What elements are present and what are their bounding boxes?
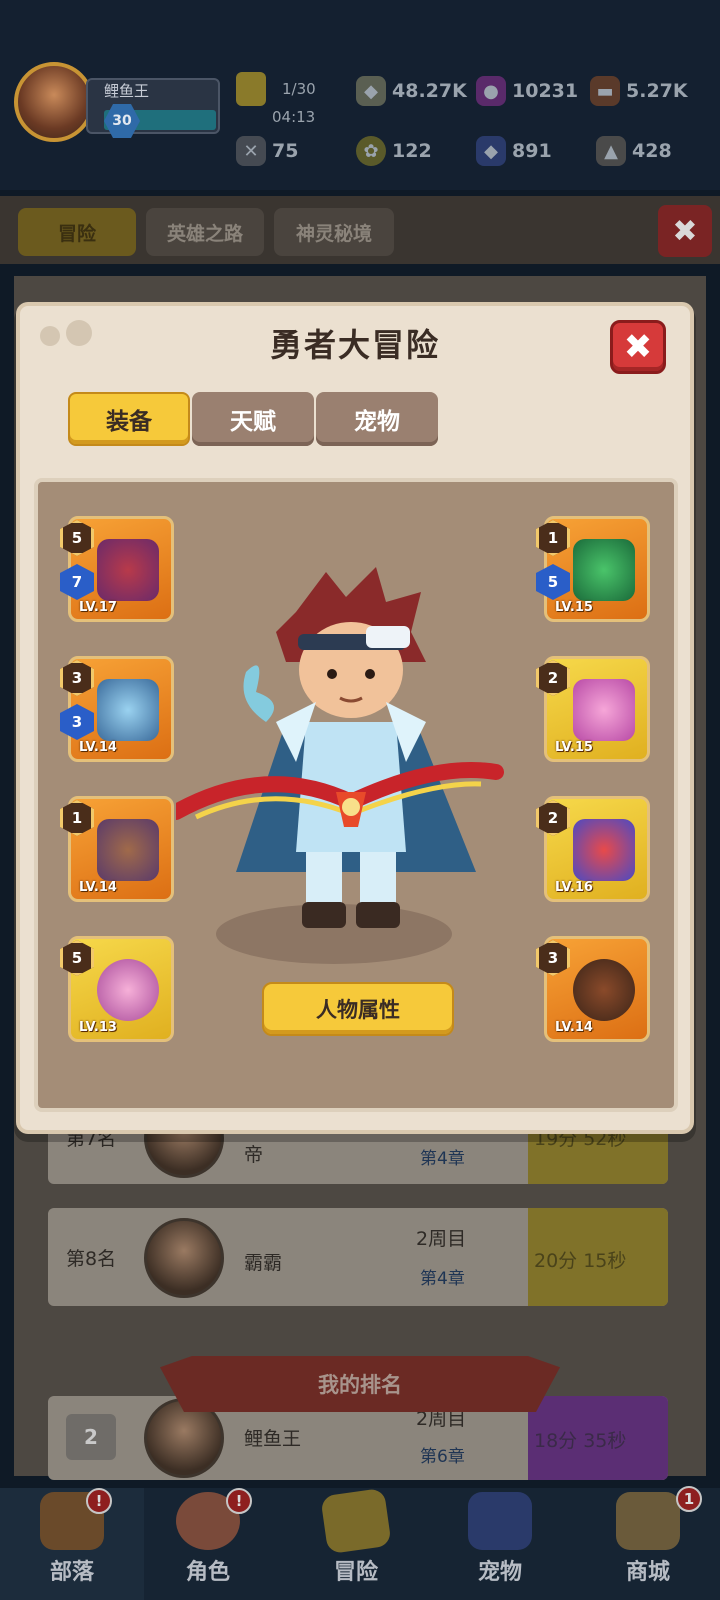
- map-icon: [320, 1487, 392, 1555]
- rank-time: 20分 15秒: [534, 1250, 627, 1272]
- bone-icon: ✕: [236, 136, 266, 166]
- resource-coin[interactable]: ◆ 48.27K: [356, 76, 467, 106]
- resource-wood[interactable]: ▬ 5.27K: [590, 76, 688, 106]
- tab-adventure[interactable]: 冒险: [18, 208, 136, 256]
- rank-player-name: 霸霸: [244, 1252, 283, 1274]
- tab-equipment[interactable]: 装备: [68, 392, 190, 446]
- crystal-icon: ◆: [476, 136, 506, 166]
- close-button-bg[interactable]: ✖: [658, 205, 712, 257]
- notification-badge: 1: [676, 1486, 702, 1512]
- armor-icon: [97, 679, 159, 741]
- shop-icon: [616, 1492, 680, 1550]
- resource-gem[interactable]: ● 10231: [476, 76, 578, 106]
- gloves-icon: [573, 679, 635, 741]
- my-rank-chapter: 第6章: [420, 1447, 465, 1467]
- trophy-icon: 2: [66, 1414, 116, 1460]
- resource-bone[interactable]: ✕ 75: [236, 136, 298, 166]
- resource-crystal[interactable]: ◆ 891: [476, 136, 552, 166]
- boots-icon: [573, 819, 635, 881]
- rank-chapter: 第4章: [420, 1269, 465, 1289]
- ranking-row[interactable]: 第8名 霸霸 2周目 第4章 20分 15秒: [48, 1208, 668, 1306]
- tab-hero-road[interactable]: 英雄之路: [146, 208, 264, 256]
- ring-icon: [97, 959, 159, 1021]
- bottom-nav-pet[interactable]: 宠物: [428, 1488, 572, 1600]
- bow-icon: [97, 539, 159, 601]
- player-avatar[interactable]: [14, 62, 94, 142]
- pants-icon: [97, 819, 159, 881]
- my-rank-ribbon: 我的排名: [160, 1356, 560, 1412]
- energy-timer: 04:13: [272, 108, 316, 126]
- amulet-icon: [573, 959, 635, 1021]
- hero-character[interactable]: [168, 552, 506, 942]
- helmet-icon: [573, 539, 635, 601]
- modal-close-button[interactable]: ✖: [610, 320, 666, 374]
- my-rank-name: 鲤鱼王: [244, 1428, 302, 1450]
- avatar: [144, 1218, 224, 1298]
- close-icon: ✖: [672, 213, 698, 249]
- resource-ore[interactable]: ▲ 428: [596, 136, 672, 166]
- bottom-nav-adventure[interactable]: 冒险: [284, 1487, 428, 1600]
- coin-icon: ◆: [356, 76, 386, 106]
- energy-icon: [236, 72, 266, 106]
- rank-player-name: 帝: [244, 1144, 264, 1166]
- player-name: 鲤鱼王: [104, 82, 150, 100]
- bottom-nav-tribe[interactable]: 部落: [0, 1488, 144, 1600]
- wood-icon: ▬: [590, 76, 620, 106]
- tab-spirit-realm[interactable]: 神灵秘境: [274, 208, 394, 256]
- leaf-token-icon: ✿: [356, 136, 386, 166]
- bottom-nav-character[interactable]: 角色: [136, 1488, 280, 1600]
- gem-icon: ●: [476, 76, 506, 106]
- rank-week: 2周目: [416, 1228, 467, 1250]
- tab-talent[interactable]: 天赋: [192, 392, 314, 446]
- resource-leaf-token[interactable]: ✿ 122: [356, 136, 432, 166]
- modal-title: 勇者大冒险: [269, 326, 440, 364]
- close-icon: ✖: [623, 327, 653, 367]
- pet-icon: [468, 1492, 532, 1550]
- notification-badge: !: [226, 1488, 252, 1514]
- rank-position: 第8名: [66, 1248, 117, 1270]
- notification-badge: !: [86, 1488, 112, 1514]
- my-rank-time: 18分 35秒: [534, 1430, 627, 1452]
- ore-icon: ▲: [596, 136, 626, 166]
- character-attributes-button[interactable]: 人物属性: [262, 982, 454, 1036]
- tab-pet[interactable]: 宠物: [316, 392, 438, 446]
- energy-count: 1/30: [282, 80, 316, 98]
- rank-chapter: 第4章: [420, 1149, 465, 1169]
